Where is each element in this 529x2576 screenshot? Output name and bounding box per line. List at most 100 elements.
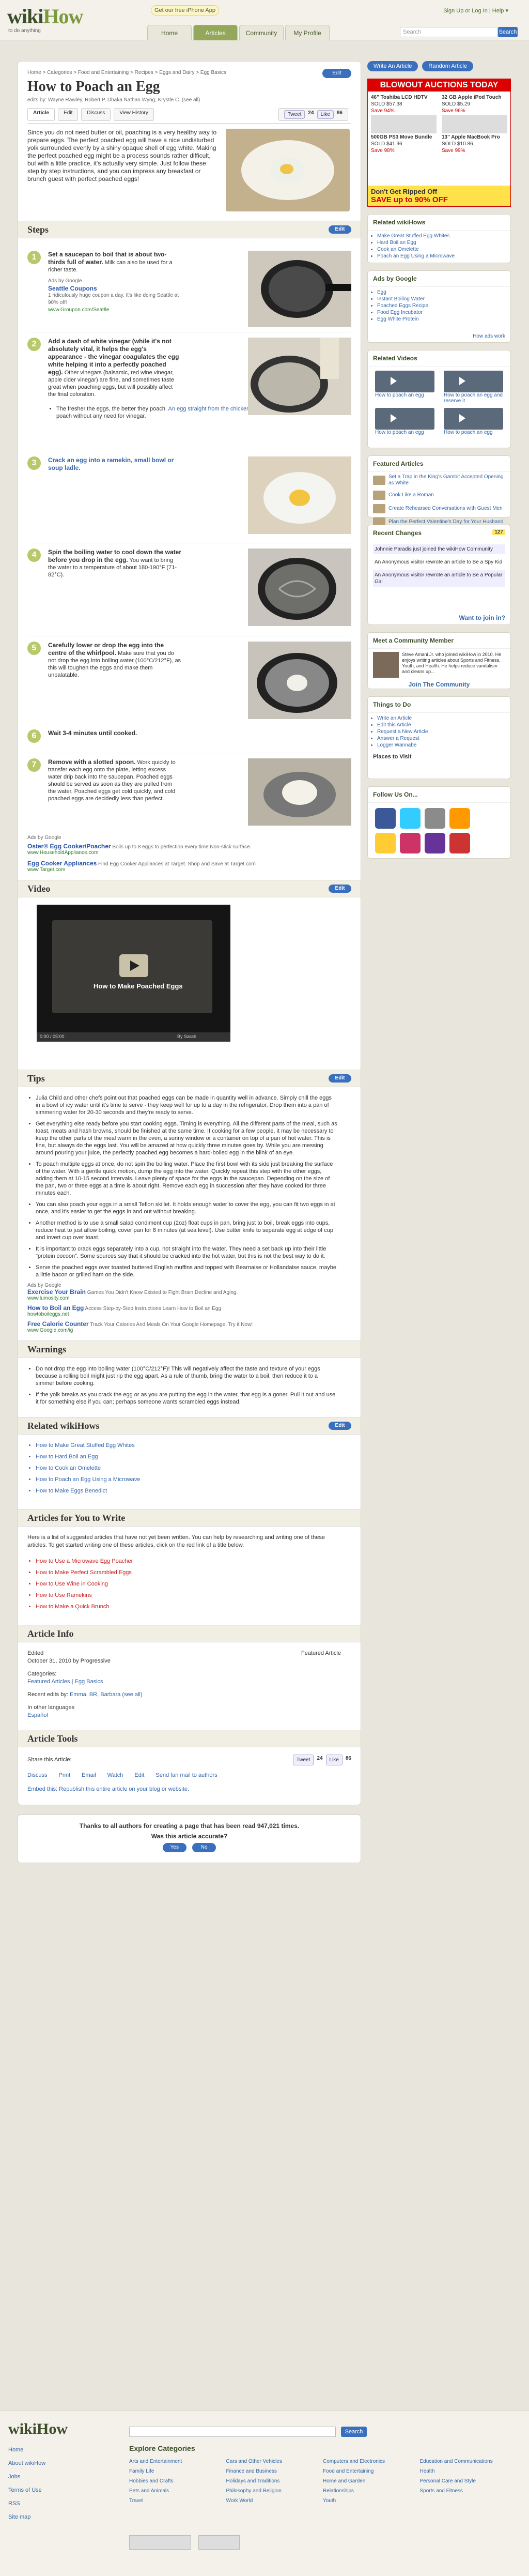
sidebar-related-link[interactable]: Make Great Stuffed Egg Whites [377, 233, 505, 239]
related-edit-button[interactable]: Edit [329, 1422, 351, 1430]
tool-discuss[interactable]: Discuss [27, 1772, 48, 1779]
category-link[interactable]: Hobbies and Crafts [129, 2478, 221, 2484]
tab-article[interactable]: Article [27, 108, 55, 121]
ad-title[interactable]: Exercise Your Brain [27, 1288, 86, 1295]
video-edit-button[interactable]: Edit [329, 885, 351, 893]
facebook-icon[interactable] [375, 808, 396, 829]
tab-edit[interactable]: Edit [58, 108, 79, 121]
red-link[interactable]: How to Use Wine in Cooking [36, 1580, 351, 1588]
authors[interactable]: edits by: Wayne Rawley, Robert P, Dhaka … [27, 97, 351, 103]
video-player[interactable]: How to Make Poached Eggs 0:00 / 05:00 By … [37, 905, 230, 1042]
category-link[interactable]: Holidays and Traditions [226, 2478, 318, 2484]
red-link[interactable]: How to Use Ramekins [36, 1592, 351, 1599]
category-link[interactable]: Cars and Other Vehicles [226, 2459, 318, 2464]
category-link[interactable]: Health [420, 2468, 512, 2474]
tool-watch[interactable]: Watch [107, 1772, 123, 1779]
recent-editors[interactable]: Emma, BR, Barbara (see all) [70, 1691, 143, 1698]
tweet-button[interactable]: Tweet [292, 1755, 314, 1765]
random-article-button[interactable]: Random Article [422, 61, 473, 71]
places-to-visit[interactable]: Places to Visit [368, 752, 510, 762]
ad-link[interactable]: Food Egg Incubator [377, 309, 505, 316]
tool-email[interactable]: Email [82, 1772, 96, 1779]
footer-link[interactable]: Home [8, 2443, 45, 2457]
featured-item[interactable]: Create Rehearsed Conversations with Gues… [368, 502, 510, 515]
nav-home[interactable]: Home [147, 25, 192, 40]
creative-commons-badge[interactable] [129, 2535, 191, 2550]
embed-link[interactable]: Embed this: Republish this entire articl… [27, 1786, 351, 1793]
like-button[interactable]: Like [317, 110, 334, 119]
footer-search-button[interactable]: Search [341, 2427, 367, 2437]
nav-profile[interactable]: My Profile [285, 25, 330, 40]
yes-button[interactable]: Yes [162, 1843, 186, 1852]
related-link[interactable]: How to Make Great Stuffed Egg Whites [36, 1442, 351, 1449]
stumble-icon[interactable] [375, 833, 396, 853]
category-link[interactable]: Youth [323, 2498, 415, 2504]
tips-edit-button[interactable]: Edit [329, 1074, 351, 1083]
join-in-link[interactable]: Want to join in? [459, 614, 505, 621]
category-link[interactable]: Philosophy and Religion [226, 2488, 318, 2494]
ad-link[interactable]: Instant Boiling Water [377, 296, 505, 302]
flickr-icon[interactable] [400, 833, 421, 853]
tool-fan-mail[interactable]: Send fan mail to authors [155, 1772, 217, 1779]
join-community-link[interactable]: Join The Community [368, 681, 510, 688]
category-links[interactable]: Featured Articles | Egg Basics [27, 1678, 351, 1686]
steps-edit-button[interactable]: Edit [329, 225, 351, 234]
category-link[interactable]: Home and Garden [323, 2478, 415, 2484]
footer-logo[interactable]: wikiHow [8, 2420, 68, 2438]
footer-link[interactable]: RSS [8, 2497, 45, 2510]
footer-search-input[interactable] [129, 2427, 336, 2437]
ad-link[interactable]: Poached Eggs Recipe [377, 302, 505, 309]
category-link[interactable]: Personal Care and Style [420, 2478, 512, 2484]
sidebar-related-link[interactable]: Hard Boil an Egg [377, 239, 505, 246]
red-link[interactable]: How to Make Perfect Scrambled Eggs [36, 1569, 351, 1576]
footer-link[interactable]: Site map [8, 2510, 45, 2524]
category-link[interactable]: Arts and Entertainment [129, 2459, 221, 2464]
tab-discuss[interactable]: Discuss [81, 108, 111, 121]
category-link[interactable]: Sports and Fitness [420, 2488, 512, 2494]
search-input[interactable]: Search [400, 27, 498, 37]
no-button[interactable]: No [192, 1843, 216, 1852]
twitter-icon[interactable] [400, 808, 421, 829]
tweet-button[interactable]: Tweet [284, 110, 305, 119]
language-link[interactable]: Español [27, 1712, 351, 1719]
red-link[interactable]: How to Make a Quick Brunch [36, 1603, 351, 1610]
iphone-app-link[interactable]: Get our free iPhone App [151, 5, 219, 16]
tab-history[interactable]: View History [114, 108, 154, 121]
category-link[interactable]: Pets and Animals [129, 2488, 221, 2494]
recent-item[interactable]: Johnnie Paradis just joined the wikiHow … [373, 544, 505, 554]
featured-item[interactable]: Set a Trap in the King's Gambit Accepted… [368, 472, 510, 489]
related-link[interactable]: How to Hard Boil an Egg [36, 1453, 351, 1460]
video-thumb[interactable] [444, 408, 503, 430]
tool-print[interactable]: Print [59, 1772, 71, 1779]
footer-link[interactable]: About wikiHow [8, 2457, 45, 2470]
recent-item[interactable]: An Anonymous visitor rewrote an article … [373, 570, 505, 587]
recent-item[interactable]: An Anonymous visitor rewrote an article … [373, 557, 505, 567]
search-button[interactable]: Search [498, 27, 518, 37]
egg-link[interactable]: An egg straight from the chicken [168, 406, 250, 412]
rss-icon[interactable] [449, 808, 470, 829]
category-link[interactable]: Food and Entertaining [323, 2468, 415, 2474]
category-link[interactable]: Education and Communications [420, 2459, 512, 2464]
category-link[interactable]: Relationships [323, 2488, 415, 2494]
yahoo-icon[interactable] [425, 833, 445, 853]
ad-title[interactable]: Oster® Egg Cooker/Poacher [27, 843, 111, 850]
video-thumb[interactable] [375, 408, 434, 430]
breadcrumb[interactable]: Home > Categories > Food and Entertainin… [27, 70, 351, 75]
ad-title[interactable]: Free Calorie Counter [27, 1320, 89, 1328]
auction-ad[interactable]: BLOWOUT AUCTIONS TODAY 46" Toshiba LCD H… [367, 79, 511, 207]
video-thumb[interactable] [444, 371, 503, 392]
ad-title[interactable]: Egg Cooker Appliances [27, 860, 97, 867]
play-icon[interactable] [119, 954, 148, 977]
ad-link[interactable]: Egg White Protein [377, 316, 505, 323]
mediawiki-badge[interactable] [198, 2535, 240, 2550]
todo-link[interactable]: Logger Wannabe [377, 742, 505, 749]
todo-link[interactable]: Edit this Article [377, 722, 505, 728]
footer-link[interactable]: Jobs [8, 2470, 45, 2483]
related-link[interactable]: How to Poach an Egg Using a Microwave [36, 1476, 351, 1483]
ad-link[interactable]: Egg [377, 289, 505, 296]
account-links[interactable]: Sign Up or Log In | Help ▾ [443, 7, 508, 14]
video-thumb[interactable] [375, 371, 434, 392]
google-icon[interactable] [425, 808, 445, 829]
category-link[interactable]: Computers and Electronics [323, 2459, 415, 2464]
related-link[interactable]: How to Make Eggs Benedict [36, 1487, 351, 1495]
